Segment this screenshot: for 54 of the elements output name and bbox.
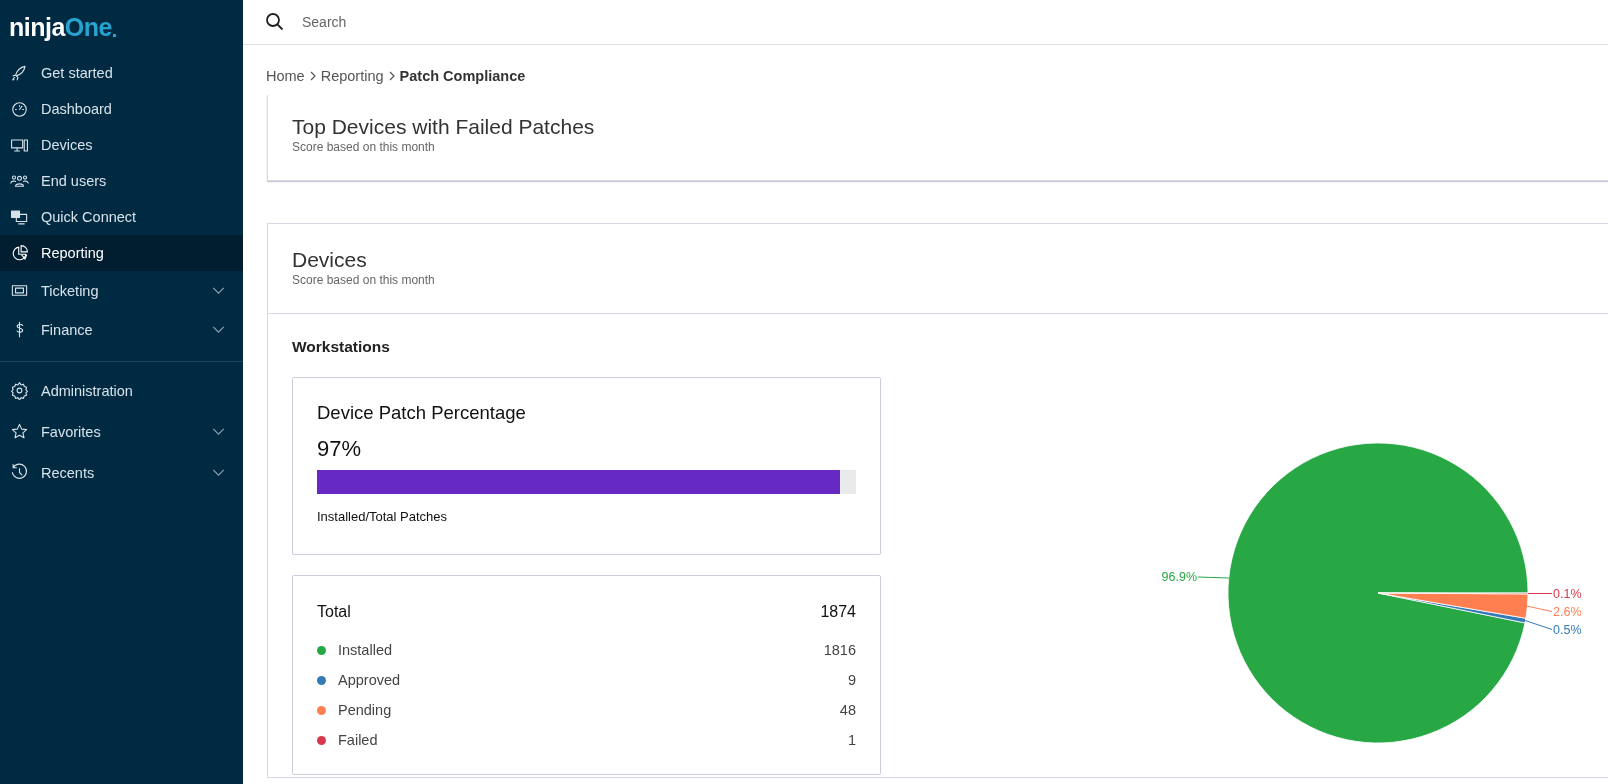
- section-title: Workstations: [292, 338, 391, 356]
- leader-line: [1527, 593, 1553, 594]
- legend-label: Installed: [338, 642, 393, 658]
- card-subtitle: Score based on this month: [292, 273, 436, 287]
- sidebar-item[interactable]: Ticketing: [0, 271, 243, 310]
- sidebar-item[interactable]: End users: [0, 163, 243, 199]
- sidebar-item[interactable]: Dashboard: [0, 91, 243, 127]
- card-title: Devices: [292, 248, 368, 272]
- percentage-value: 97%: [317, 436, 363, 462]
- breadcrumb-link[interactable]: Home: [266, 68, 305, 84]
- logo: ninjaOne: [9, 13, 116, 42]
- legend-label: Approved: [338, 672, 402, 688]
- card-title: Device Patch Percentage: [317, 402, 527, 424]
- sidebar-item[interactable]: Reporting: [0, 235, 243, 271]
- sidebar-item[interactable]: Recents: [0, 452, 243, 493]
- sidebar-item[interactable]: Devices: [0, 127, 243, 163]
- rocket-icon: [10, 63, 29, 83]
- chevron-right-icon: [388, 71, 395, 81]
- total-value: 1874: [820, 603, 856, 621]
- gauge-icon: [10, 99, 29, 119]
- legend-value: 1: [847, 732, 856, 748]
- legend-value: 1816: [823, 642, 856, 658]
- leader-line: [1197, 576, 1230, 579]
- sidebar-item[interactable]: Favorites: [0, 411, 243, 452]
- breadcrumb-link[interactable]: Reporting: [320, 68, 384, 84]
- data-label: 0.5%: [1553, 622, 1581, 637]
- star-icon: [10, 422, 29, 441]
- sidebar-item[interactable]: Administration: [0, 370, 243, 411]
- sidebar-item[interactable]: Get started: [0, 55, 243, 91]
- progress-caption: Installed/Total Patches: [317, 509, 449, 524]
- history-icon: [10, 463, 29, 482]
- leader-line: [1524, 620, 1553, 630]
- chevron-down-icon: [212, 428, 225, 435]
- data-label: 0.1%: [1553, 586, 1581, 601]
- leader-line: [1526, 605, 1553, 612]
- gear-icon: [10, 381, 29, 400]
- chevron-right-icon: [309, 71, 316, 81]
- legend-value: 48: [839, 702, 856, 718]
- sidebar-item[interactable]: Finance: [0, 310, 243, 349]
- legend-value: 9: [847, 672, 856, 688]
- card-title: Top Devices with Failed Patches: [292, 115, 596, 139]
- search-icon: [265, 12, 285, 32]
- data-label: 2.6%: [1553, 604, 1581, 619]
- chevron-down-icon: [212, 326, 225, 333]
- pie-chart-icon: [10, 243, 29, 263]
- sidebar-item[interactable]: Quick Connect: [0, 199, 243, 235]
- card-subtitle: Score based on this month: [292, 140, 436, 154]
- legend-label: Failed: [338, 732, 379, 748]
- breadcrumb-current: Patch Compliance: [399, 68, 526, 84]
- data-label: 96.9%: [1161, 570, 1197, 584]
- chevron-down-icon: [212, 287, 225, 294]
- total-label: Total: [317, 603, 351, 621]
- chevron-down-icon: [212, 469, 225, 476]
- legend-label: Pending: [338, 702, 393, 718]
